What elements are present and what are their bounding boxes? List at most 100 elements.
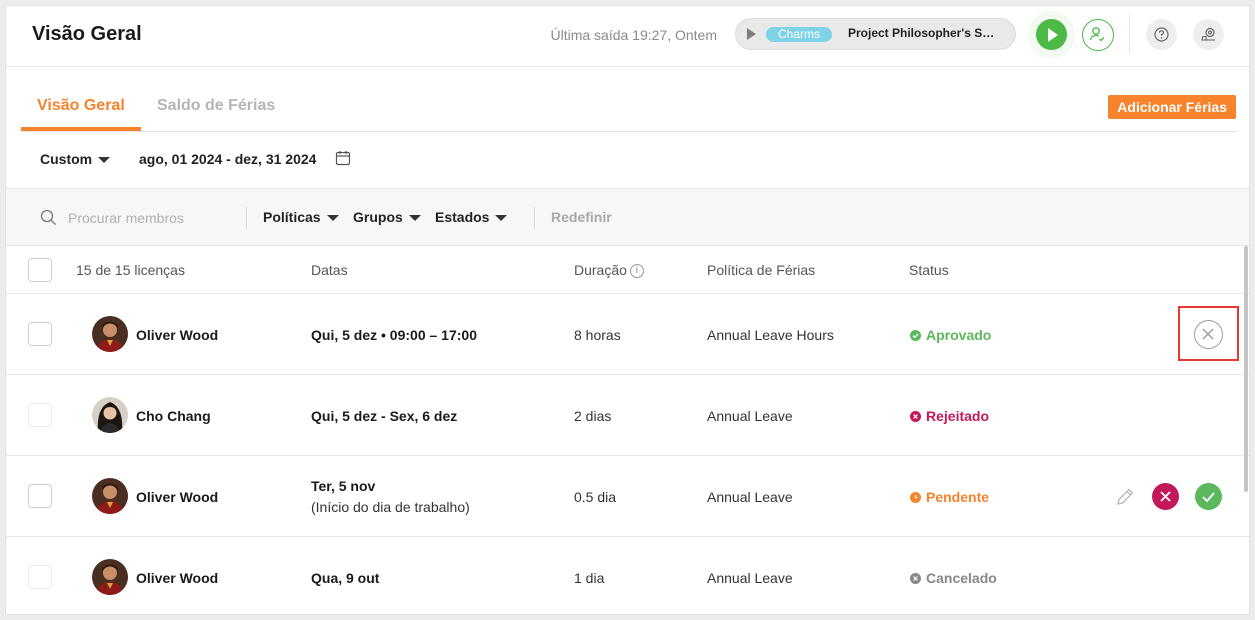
leave-duration: 1 dia (574, 570, 605, 586)
add-leave-button[interactable]: Adicionar Férias (1108, 95, 1236, 119)
info-icon[interactable]: i (629, 264, 644, 279)
row-checkbox[interactable] (28, 403, 52, 427)
table-row[interactable]: Oliver Wood Qua, 9 out 1 dia Annual Leav… (6, 537, 1249, 614)
date-preset-label: Custom (40, 151, 93, 167)
column-duration-label: Duração (574, 262, 627, 278)
project-name: Project Philosopher's Stone (848, 26, 998, 40)
reject-leave-button[interactable] (1152, 483, 1179, 510)
x-icon (910, 573, 921, 584)
filter-row: Políticas Grupos Estados Redefinir (6, 189, 1249, 246)
timer-widget[interactable]: Charms Project Philosopher's Stone (735, 18, 1016, 50)
leave-policy: Annual Leave (707, 570, 793, 586)
cancel-leave-button[interactable] (1194, 320, 1223, 349)
status-label: Rejeitado (926, 408, 990, 424)
leave-duration: 8 horas (574, 327, 621, 343)
column-policy: Política de Férias (707, 262, 816, 278)
member-name: Cho Chang (136, 408, 211, 424)
approve-leave-button[interactable] (1195, 483, 1222, 510)
policies-dropdown[interactable]: Políticas (263, 209, 339, 225)
date-filter-row: Custom ago, 01 2024 - dez, 31 2024 (6, 132, 1249, 189)
tab-overview[interactable]: Visão Geral (37, 97, 125, 115)
status-label: Aprovado (926, 327, 992, 343)
clock-icon (910, 492, 921, 503)
close-icon (1160, 491, 1171, 502)
leave-policy: Annual Leave Hours (707, 327, 834, 343)
tab-leave-balance[interactable]: Saldo de Férias (157, 97, 275, 115)
table-row[interactable]: Cho Chang Qui, 5 dez - Sex, 6 dez 2 dias… (6, 375, 1249, 456)
search-icon (40, 209, 56, 225)
leave-dates: Qui, 5 dez - Sex, 6 dez (311, 408, 458, 424)
row-checkbox[interactable] (28, 484, 52, 508)
status-label: Pendente (926, 489, 990, 505)
reset-filters-link[interactable]: Redefinir (551, 209, 612, 225)
user-check-icon (1089, 27, 1105, 42)
column-dates: Datas (311, 262, 348, 278)
check-icon (1202, 492, 1215, 503)
row-checkbox[interactable] (28, 322, 52, 346)
avatar (92, 397, 128, 433)
status-badge: Rejeitado (910, 408, 989, 424)
close-icon (1202, 328, 1214, 340)
caret-down-icon (98, 157, 111, 164)
gear-icon (1201, 27, 1215, 41)
page-title: Visão Geral (32, 23, 142, 45)
search-members-input[interactable] (68, 207, 233, 229)
start-timer-button[interactable] (1036, 19, 1067, 50)
caret-down-icon (408, 215, 421, 222)
select-all-checkbox[interactable] (28, 258, 52, 282)
leave-dates: Ter, 5 nov (311, 478, 376, 494)
leave-count: 15 de 15 licenças (76, 262, 185, 278)
column-duration: Duração i (574, 262, 644, 279)
app-window: Visão Geral Última saída 19:27, Ontem Ch… (5, 5, 1250, 615)
leave-dates: Qui, 5 dez • 09:00 – 17:00 (311, 327, 477, 343)
task-tag: Charms (766, 27, 832, 42)
member-name: Oliver Wood (136, 570, 219, 586)
leave-dates: Qua, 9 out (311, 570, 380, 586)
divider (534, 207, 535, 229)
groups-label: Grupos (353, 209, 403, 225)
row-checkbox[interactable] (28, 565, 52, 589)
member-name: Oliver Wood (136, 327, 219, 343)
leave-duration: 0.5 dia (574, 489, 617, 505)
vertical-scrollbar[interactable] (1244, 246, 1248, 492)
question-icon (1154, 27, 1169, 42)
edit-pencil-icon[interactable] (1114, 486, 1136, 508)
table-header: 15 de 15 licenças Datas Duração i Polític… (6, 246, 1249, 294)
leave-duration: 2 dias (574, 408, 612, 424)
table-row[interactable]: Oliver Wood Qui, 5 dez • 09:00 – 17:00 8… (6, 294, 1249, 375)
avatar (92, 478, 128, 514)
policies-label: Políticas (263, 209, 321, 225)
play-icon[interactable] (747, 28, 756, 40)
divider (1129, 15, 1130, 53)
divider (246, 207, 247, 229)
check-icon (910, 330, 921, 341)
states-dropdown[interactable]: Estados (435, 209, 508, 225)
calendar-icon[interactable] (335, 150, 351, 166)
caret-down-icon (495, 215, 508, 222)
status-label: Cancelado (926, 570, 997, 586)
user-status-button[interactable] (1082, 19, 1114, 51)
avatar (92, 316, 128, 352)
help-button[interactable] (1146, 19, 1177, 50)
column-status: Status (909, 262, 949, 278)
date-preset-dropdown[interactable]: Custom (40, 151, 111, 167)
active-tab-indicator (21, 127, 141, 131)
x-icon (910, 411, 921, 422)
leave-policy: Annual Leave (707, 408, 793, 424)
avatar (92, 559, 128, 595)
leave-policy: Annual Leave (707, 489, 793, 505)
leave-dates-detail: (Início do dia de trabalho) (311, 499, 470, 515)
top-bar: Visão Geral Última saída 19:27, Ontem Ch… (6, 6, 1249, 67)
last-exit-text: Última saída 19:27, Ontem (550, 27, 717, 43)
tab-bar: Visão Geral Saldo de Férias Adicionar Fé… (21, 67, 1236, 132)
table-row[interactable]: Oliver Wood Ter, 5 nov (Início do dia de… (6, 456, 1249, 537)
status-badge: Aprovado (910, 327, 991, 343)
integrations-button[interactable] (1193, 19, 1224, 50)
caret-down-icon (326, 215, 339, 222)
status-badge: Pendente (910, 489, 989, 505)
member-name: Oliver Wood (136, 489, 219, 505)
groups-dropdown[interactable]: Grupos (353, 209, 421, 225)
date-range-text[interactable]: ago, 01 2024 - dez, 31 2024 (139, 151, 316, 167)
states-label: Estados (435, 209, 490, 225)
status-badge: Cancelado (910, 570, 997, 586)
